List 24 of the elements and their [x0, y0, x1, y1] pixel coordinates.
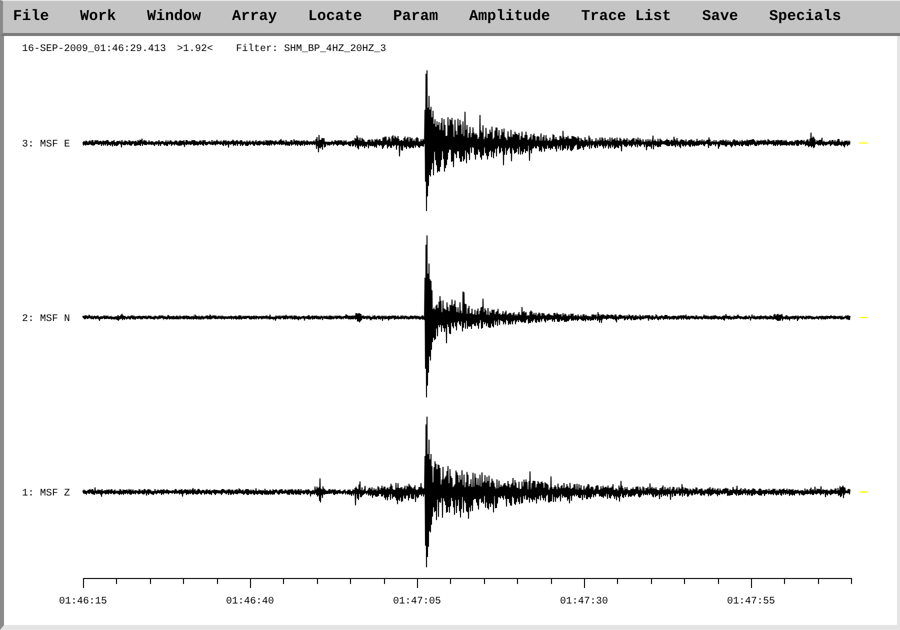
timestamp-text: 16-SEP-2009_01:46:29.413 — [22, 44, 166, 56]
menu-item[interactable]: Array — [232, 6, 278, 28]
menu-item[interactable]: Locate — [308, 6, 362, 28]
menu-item[interactable]: Window — [147, 6, 202, 28]
menu-item[interactable]: File — [13, 6, 50, 28]
tick-label: 01:47:05 — [393, 596, 441, 608]
trace-label: 1: MSF Z — [22, 488, 70, 500]
filter-text: Filter: SHM_BP_4HZ_20HZ_3 — [236, 44, 386, 56]
tick-label: 01:46:15 — [59, 596, 107, 608]
marker-icon — [859, 142, 868, 144]
trace-label: 2: MSF N — [22, 314, 70, 325]
menu-item[interactable]: Work — [80, 6, 116, 28]
readout-text: >1.92< — [177, 44, 214, 56]
menu-item[interactable]: Param — [393, 6, 438, 28]
tick-label: 01:47:30 — [560, 596, 608, 608]
menu-item[interactable]: Specials — [769, 6, 842, 28]
tick-label: 01:47:55 — [727, 596, 775, 608]
marker-icon — [859, 491, 868, 493]
marker-icon — [859, 316, 868, 318]
menu-item[interactable]: Trace List — [581, 6, 672, 28]
menu-item[interactable]: Amplitude — [469, 6, 550, 28]
menu-item[interactable]: Save — [702, 6, 738, 28]
tick-label: 01:46:40 — [226, 596, 274, 608]
trace-label: 3: MSF E — [22, 140, 70, 150]
